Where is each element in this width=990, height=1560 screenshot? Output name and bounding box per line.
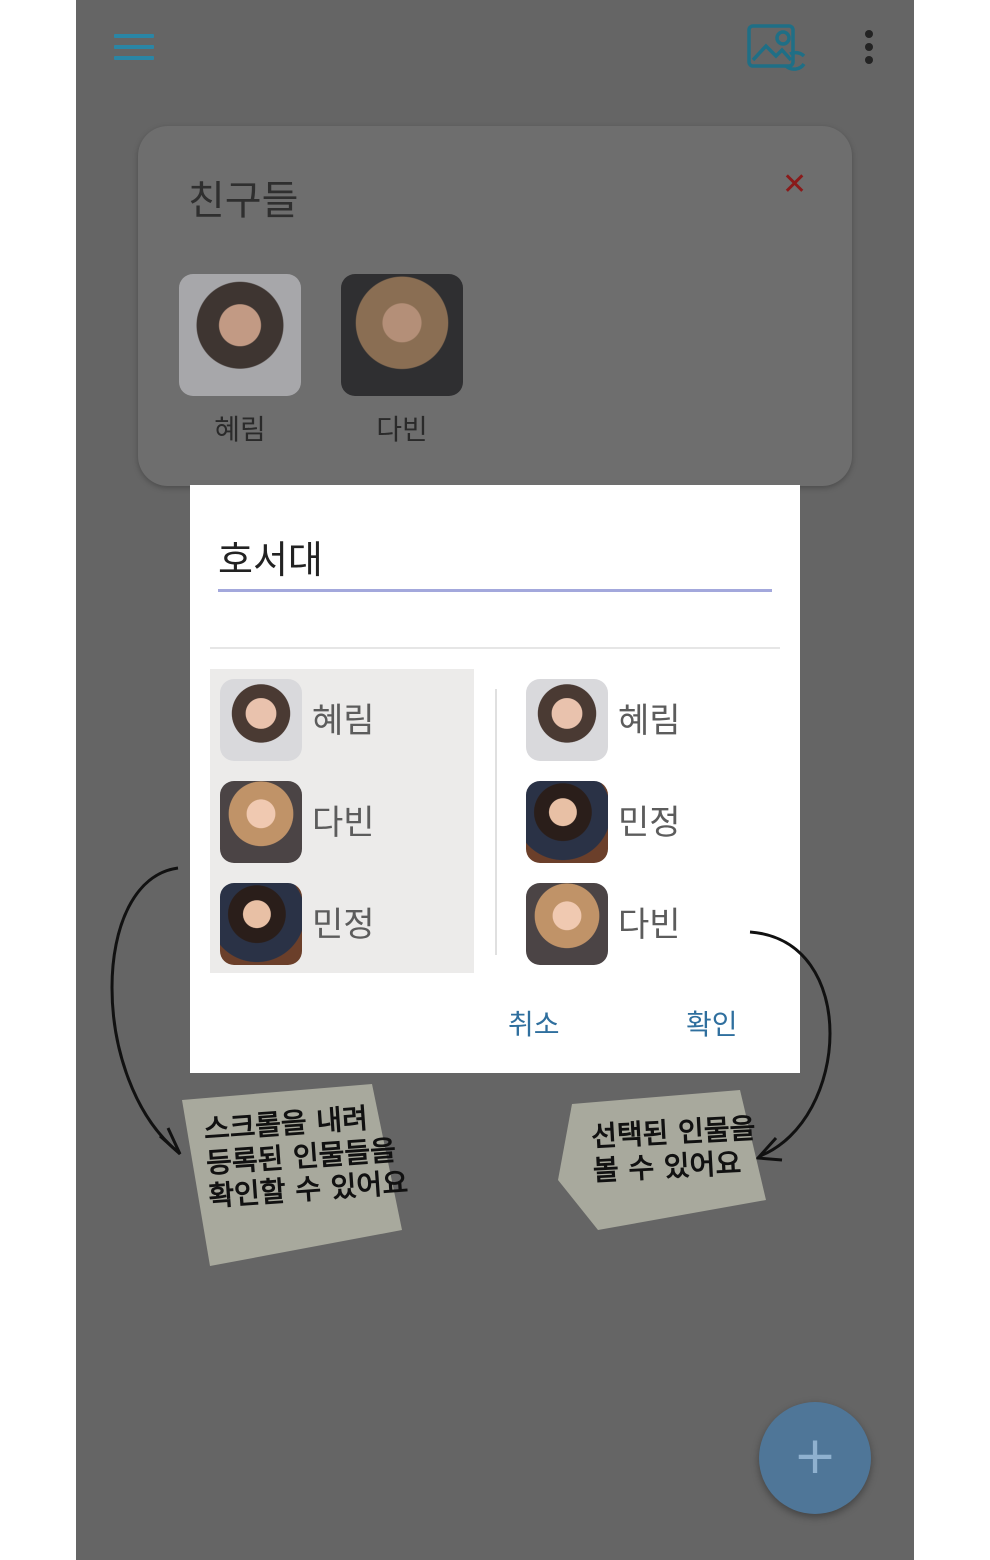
left-note-text: 스크롤을 내려 등록된 인물들을 확인할 수 있어요: [202, 1101, 410, 1214]
right-note-text: 선택된 인물을 볼 수 있어요: [590, 1111, 757, 1187]
right-arrow: [749, 930, 832, 1158]
left-arrowhead: [158, 1127, 182, 1156]
left-arrow: [110, 866, 179, 1154]
annotation-overlay: [110, 866, 832, 1266]
